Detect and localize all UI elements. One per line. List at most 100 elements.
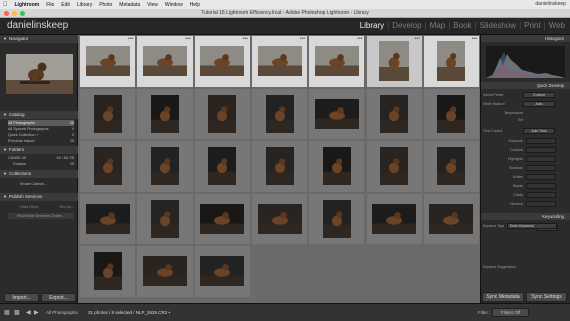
folders-header[interactable]: ▼ Folders [0,146,78,154]
module-slideshow[interactable]: Slideshow [477,21,519,30]
tone-step-buttons[interactable] [526,147,556,153]
grid-thumbnail-cell[interactable] [80,193,136,244]
navigator-header[interactable]: ▼ Navigator [0,35,78,43]
grid-thumbnail-cell[interactable] [251,88,308,139]
grid-thumbnail-cell[interactable] [137,246,193,297]
folder-item[interactable]: Dodson 25 [8,161,74,167]
close-window-icon[interactable] [4,11,9,16]
export-button[interactable]: Export... [41,293,76,302]
white-balance-select[interactable]: Auto [523,101,555,107]
catalog-item-previous-import[interactable]: Previous Import 25 [8,138,74,144]
saved-preset-select[interactable]: Custom [523,92,555,98]
tone-step-buttons[interactable] [526,165,556,171]
grid-thumbnail-cell[interactable]: ••• [309,36,365,87]
find-more-services-button[interactable]: Find More Services Online... [8,213,74,219]
module-web[interactable]: Web [546,21,568,30]
menu-photo[interactable]: Photo [99,2,112,8]
grid-thumbnail-cell[interactable] [423,88,480,139]
grid-thumbnail-cell[interactable] [137,88,193,139]
grid-thumbnail-cell[interactable] [423,141,480,192]
module-library[interactable]: Library [357,21,387,30]
keyword-suggestions-label: Keyword Suggestions [483,265,516,269]
menu-library[interactable]: Library [77,2,92,8]
import-button[interactable]: Import... [4,293,39,302]
menu-view[interactable]: View [147,2,158,8]
grid-thumbnail-cell[interactable]: ••• [251,36,308,87]
thumbnail-options-icon[interactable]: ••• [415,36,420,42]
menu-edit[interactable]: Edit [61,2,70,8]
collection-item[interactable]: Smart Collecti... [8,181,74,187]
tone-step-buttons[interactable] [526,138,556,144]
grid-thumbnail-cell[interactable]: ••• [366,36,422,87]
apple-icon[interactable]:  [3,2,8,8]
collections-header[interactable]: ▼ Collections [0,170,78,178]
menu-app-name[interactable]: Lightroom [15,2,40,8]
source-label[interactable]: All Photographs [46,310,78,315]
histogram-header[interactable]: Histogram [481,35,570,42]
grid-thumbnail-cell[interactable] [309,193,365,244]
grid-thumbnail-cell[interactable]: ••• [423,36,480,87]
grid-thumbnail-cell[interactable] [80,246,136,297]
thumbnail-options-icon[interactable]: ••• [128,36,133,42]
grid-thumbnail-cell[interactable] [366,88,422,139]
publish-services-header[interactable]: ▼ Publish Services [0,193,78,201]
grid-thumbnail-cell[interactable] [423,193,480,244]
module-map[interactable]: Map [427,21,449,30]
grid-thumbnail-cell[interactable] [366,141,422,192]
forward-arrow-icon[interactable]: ▶ [34,309,39,316]
menubar-user[interactable]: danielinskeep [535,1,566,7]
tone-step-buttons[interactable] [526,201,556,207]
back-arrow-icon[interactable]: ◀ [26,309,31,316]
catalog-header[interactable]: ▼ Catalog [0,111,78,119]
module-book[interactable]: Book [450,21,474,30]
grid-thumbnail-cell[interactable] [194,246,250,297]
grid-thumbnail-cell[interactable] [137,193,193,244]
grid-thumbnail-cell[interactable] [309,141,365,192]
tone-step-buttons[interactable] [526,183,556,189]
grid-thumbnail-cell[interactable] [194,88,250,139]
keywording-header[interactable]: Keywording [481,213,570,220]
tone-step-buttons[interactable] [526,156,556,162]
grid-thumbnail-cell[interactable] [251,141,308,192]
collapse-triangle-icon: ▼ [3,194,7,199]
thumbnail-options-icon[interactable]: ••• [472,36,477,42]
grid-view-icon[interactable]: ▦ [4,309,10,316]
thumbnail-options-icon[interactable]: ••• [185,36,190,42]
thumbnail-options-icon[interactable]: ••• [357,36,362,42]
menu-window[interactable]: Window [165,2,183,8]
grid-thumbnail-cell[interactable] [366,193,422,244]
module-develop[interactable]: Develop [389,21,424,30]
module-print[interactable]: Print [521,21,543,30]
thumbnail-options-icon[interactable]: ••• [300,36,305,42]
sync-settings-button[interactable]: Sync Settings [526,292,567,302]
menu-metadata[interactable]: Metadata [119,2,140,8]
tone-row-label: Highlights [508,157,523,161]
grid-thumbnail-cell[interactable] [137,141,193,192]
filter-select[interactable]: Filters Off [492,308,530,317]
grid-thumbnail-cell[interactable]: ••• [80,36,136,87]
grid-thumbnail-cell[interactable] [309,88,365,139]
navigator-preview[interactable] [6,54,73,94]
minimize-window-icon[interactable] [12,11,17,16]
grid-thumbnail-cell[interactable] [194,193,250,244]
menu-file[interactable]: File [46,2,54,8]
library-grid[interactable]: ••• ••• ••• ••• ••• ••• ••• [78,35,480,303]
keyword-tags-select[interactable]: Enter Keywords [507,223,557,229]
quick-develop-header[interactable]: Quick Develop [481,82,570,89]
photo-thumbnail [322,147,351,186]
tone-step-buttons[interactable] [526,174,556,180]
grid-thumbnail-cell[interactable]: ••• [194,36,250,87]
grid-thumbnail-cell[interactable] [251,193,308,244]
auto-tone-button[interactable]: Auto Tone [523,128,555,134]
grid-thumbnail-cell[interactable]: ••• [137,36,193,87]
menu-help[interactable]: Help [190,2,200,8]
sync-metadata-button[interactable]: Sync Metadata [482,292,524,302]
grid-thumbnail-cell[interactable] [194,141,250,192]
grid-thumbnail-cell[interactable] [80,88,136,139]
grid-thumbnail-cell[interactable] [80,141,136,192]
tone-step-buttons[interactable] [526,192,556,198]
thumbnail-options-icon[interactable]: ••• [243,36,248,42]
publish-hard-drive[interactable]: Hard Drive Set Up... [8,204,74,210]
zoom-window-icon[interactable] [20,11,25,16]
secondary-display-icon[interactable]: ▩ [14,309,20,316]
